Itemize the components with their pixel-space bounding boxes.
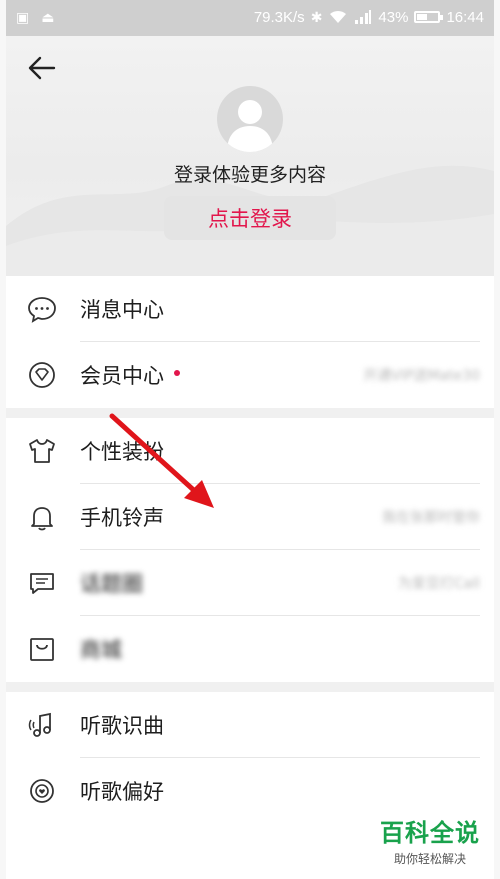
notification-dot bbox=[174, 370, 180, 376]
bluetooth-icon: ✱ bbox=[310, 9, 323, 25]
menu-label: 商城 bbox=[80, 638, 122, 662]
menu-item-store[interactable]: 商城 bbox=[6, 616, 494, 682]
menu-item-music-recognition[interactable]: 听歌识曲 bbox=[6, 692, 494, 758]
menu-item-vip[interactable]: 会员中心 开通VIP送Mate30 bbox=[6, 342, 494, 408]
menu-item-topics[interactable]: 话题圈 为爱豆打Call bbox=[6, 550, 494, 616]
arrow-left-icon bbox=[28, 56, 56, 80]
shopping-bag-icon bbox=[26, 633, 58, 665]
back-button[interactable] bbox=[26, 52, 58, 84]
tshirt-icon bbox=[26, 435, 58, 467]
battery-icon bbox=[414, 11, 444, 23]
menu-label: 听歌偏好 bbox=[80, 780, 164, 804]
music-note-icon bbox=[26, 709, 58, 741]
bell-icon bbox=[26, 501, 58, 533]
watermark-subtitle: 助你轻松解决 bbox=[393, 852, 466, 866]
network-speed: 79.3K/s bbox=[253, 8, 305, 26]
user-silhouette-icon bbox=[227, 100, 273, 152]
status-bar: ▣ ⏏ 79.3K/s ✱ 43% 16:44 bbox=[6, 0, 494, 36]
diamond-icon bbox=[26, 359, 58, 391]
watermark: 百科全说 助你轻松解决 bbox=[380, 813, 480, 867]
menu-item-ringtone[interactable]: 手机铃声 我在张那时管你 bbox=[6, 484, 494, 550]
menu-label: 听歌识曲 bbox=[80, 714, 164, 738]
menu-label: 会员中心 bbox=[80, 364, 164, 388]
wifi-icon bbox=[330, 10, 347, 23]
login-prompt: 登录体验更多内容 bbox=[173, 164, 326, 186]
gallery-icon: ▣ bbox=[16, 9, 30, 25]
login-header: 登录体验更多内容 点击登录 bbox=[6, 36, 494, 276]
menu-subtitle: 我在张那时管你 bbox=[382, 510, 480, 526]
menu-subtitle: 为爱豆打Call bbox=[397, 576, 480, 592]
menu-section-3: 听歌识曲 听歌偏好 bbox=[6, 692, 494, 824]
message-square-icon bbox=[26, 567, 58, 599]
menu-label: 消息中心 bbox=[80, 298, 164, 322]
login-button[interactable]: 点击登录 bbox=[164, 196, 336, 240]
clock: 16:44 bbox=[446, 8, 484, 26]
watermark-title: 百科全说 bbox=[380, 819, 480, 847]
section-gap bbox=[6, 682, 494, 692]
menu-item-theme[interactable]: 个性装扮 bbox=[6, 418, 494, 484]
menu-label: 话题圈 bbox=[80, 572, 143, 596]
signal-icon bbox=[355, 10, 372, 24]
battery-percent: 43% bbox=[378, 8, 409, 26]
heart-target-icon bbox=[26, 775, 58, 807]
menu-label: 手机铃声 bbox=[80, 506, 164, 530]
menu-section-1: 消息中心 会员中心 开通VIP送Mate30 bbox=[6, 276, 494, 408]
app-frame: ▣ ⏏ 79.3K/s ✱ 43% 16:44 登录体验更多内容 点击登录 消息… bbox=[6, 0, 494, 879]
menu-item-messages[interactable]: 消息中心 bbox=[6, 276, 494, 342]
avatar[interactable] bbox=[217, 86, 283, 152]
battery-fill bbox=[417, 14, 427, 20]
chat-bubble-icon bbox=[26, 293, 58, 325]
menu-section-2: 个性装扮 手机铃声 我在张那时管你 话题圈 为爱豆打Call 商城 bbox=[6, 418, 494, 682]
upload-icon: ⏏ bbox=[41, 9, 55, 25]
section-gap bbox=[6, 408, 494, 418]
menu-label: 个性装扮 bbox=[80, 440, 164, 464]
menu-subtitle: 开通VIP送Mate30 bbox=[363, 368, 480, 384]
